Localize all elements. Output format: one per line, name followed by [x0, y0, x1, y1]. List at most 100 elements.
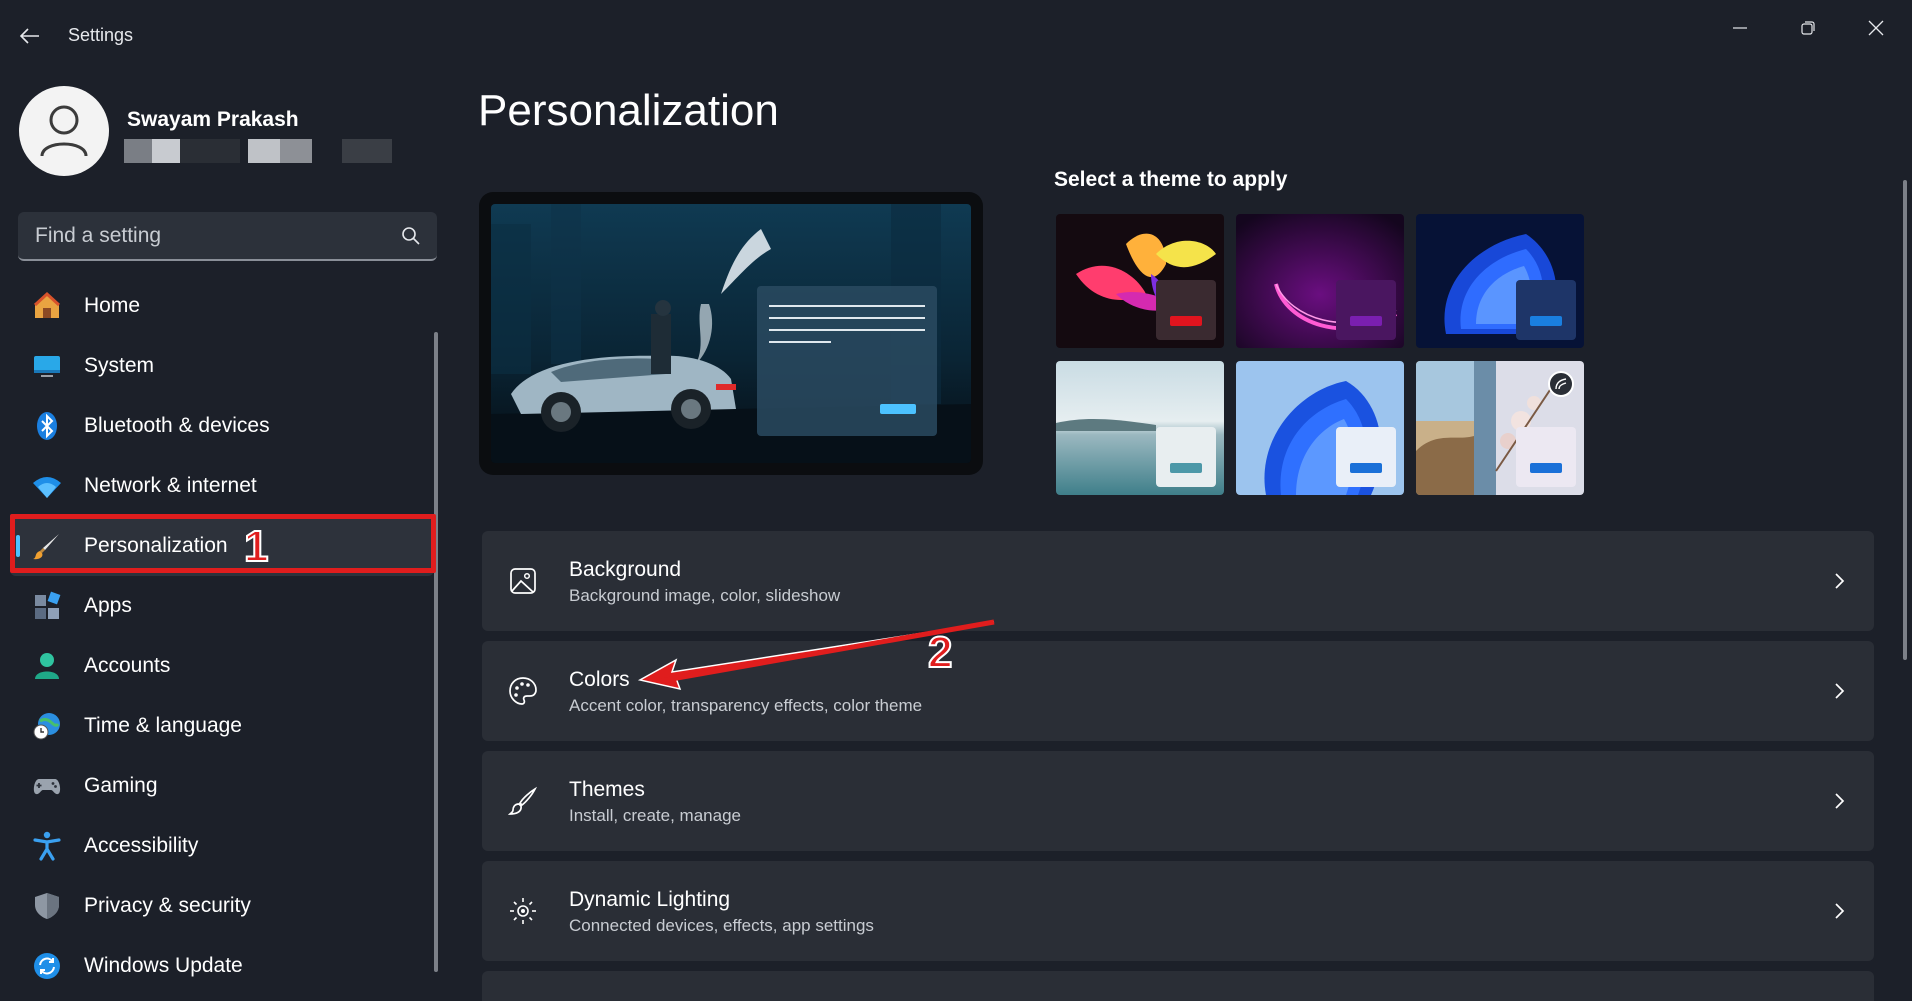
sidebar-item-gaming[interactable]: Gaming [10, 756, 434, 816]
sidebar-item-label: Gaming [84, 774, 158, 797]
wifi-icon [32, 471, 62, 501]
restore-button[interactable] [1780, 8, 1836, 48]
sidebar-item-label: System [84, 354, 155, 377]
accessibility-icon [32, 831, 62, 861]
theme-tile-spotlight[interactable] [1416, 361, 1584, 495]
apps-icon [32, 591, 62, 621]
sidebar-item-privacy-security[interactable]: Privacy & security [10, 876, 434, 936]
row-title: Background [569, 558, 682, 581]
main-scrollbar[interactable] [1903, 180, 1907, 660]
accent-bar [1170, 463, 1202, 473]
gamepad-icon [32, 771, 62, 801]
search-input[interactable] [18, 212, 398, 259]
arrow-left-icon [20, 28, 39, 44]
profile-email-redacted [124, 139, 394, 163]
sidebar-item-label: Bluetooth & devices [84, 414, 270, 437]
back-button[interactable] [14, 20, 46, 52]
settings-row-dynamic-lighting[interactable]: Dynamic Lighting Connected devices, effe… [482, 861, 1874, 961]
theme-tile-lake[interactable] [1056, 361, 1224, 495]
sidebar-item-label: Home [84, 294, 141, 317]
chevron-right-icon [1828, 679, 1852, 703]
palette-icon [508, 676, 538, 706]
row-subtitle: Connected devices, effects, app settings [569, 916, 874, 935]
row-title: Dynamic Lighting [569, 888, 731, 911]
theme-tile-chip [1156, 427, 1216, 487]
profile-name: Swayam Prakash [127, 108, 299, 131]
row-subtitle: Install, create, manage [569, 806, 741, 825]
shield-icon [32, 891, 62, 921]
minimize-icon [1733, 27, 1747, 29]
page-title: Personalization [478, 86, 779, 135]
person-icon [32, 651, 62, 681]
theme-tile-chip [1516, 427, 1576, 487]
row-title: Themes [569, 778, 645, 801]
update-icon [32, 951, 62, 981]
sidebar-item-accounts[interactable]: Accounts [10, 636, 434, 696]
row-subtitle: Background image, color, slideshow [569, 586, 841, 605]
sidebar-item-system[interactable]: System [10, 336, 434, 396]
sidebar-item-label: Network & internet [84, 474, 257, 497]
sidebar-item-bluetooth[interactable]: Bluetooth & devices [10, 396, 434, 456]
brush-icon [508, 786, 538, 816]
sidebar-item-label: Time & language [84, 714, 242, 737]
sidebar-item-windows-update[interactable]: Windows Update [10, 936, 434, 996]
theme-tile-windows-dark[interactable] [1416, 214, 1584, 348]
theme-tile-chip [1156, 280, 1216, 340]
sidebar-item-home[interactable]: Home [10, 276, 434, 336]
annotation-highlight-box [10, 514, 436, 573]
theme-tile-chip [1516, 280, 1576, 340]
home-icon [32, 291, 62, 321]
annotation-step-2: 2 [927, 627, 954, 678]
chevron-right-icon [1828, 789, 1852, 813]
search-icon[interactable] [401, 226, 421, 246]
settings-row-background[interactable]: Background Background image, color, slid… [482, 531, 1874, 631]
settings-row-themes[interactable]: Themes Install, create, manage [482, 751, 1874, 851]
annotation-step-1: 1 [243, 521, 270, 572]
sidebar-nav: Home System Bluetooth & devices Network … [10, 276, 434, 996]
sidebar-item-network[interactable]: Network & internet [10, 456, 434, 516]
sidebar-item-apps[interactable]: Apps [10, 576, 434, 636]
accent-bar [1350, 463, 1382, 473]
avatar[interactable] [19, 86, 109, 176]
sparkle-light-icon [508, 896, 538, 926]
settings-row-partial[interactable] [482, 971, 1874, 1001]
person-outline-icon [40, 105, 88, 157]
theme-tile-chip [1336, 280, 1396, 340]
sidebar-item-label: Accounts [84, 654, 171, 677]
row-title: Colors [569, 668, 630, 691]
bluetooth-icon [32, 411, 62, 441]
sidebar-scrollbar[interactable] [434, 332, 438, 972]
theme-section-heading: Select a theme to apply [1054, 168, 1288, 191]
sidebar-item-label: Privacy & security [84, 894, 251, 917]
sidebar-item-label: Accessibility [84, 834, 199, 857]
accent-bar [1530, 463, 1562, 473]
sidebar-item-accessibility[interactable]: Accessibility [10, 816, 434, 876]
spotlight-badge [1548, 371, 1574, 397]
sidebar-item-label: Windows Update [84, 954, 243, 977]
chevron-right-icon [1828, 569, 1852, 593]
accent-bar [1350, 316, 1382, 326]
theme-tile-captured-motion[interactable] [1236, 214, 1404, 348]
monitor-icon [32, 351, 62, 381]
theme-tile-glow[interactable] [1056, 214, 1224, 348]
app-title: Settings [68, 25, 134, 45]
globe-clock-icon [32, 711, 62, 741]
sidebar-item-time-language[interactable]: Time & language [10, 696, 434, 756]
settings-row-colors[interactable]: Colors Accent color, transparency effect… [482, 641, 1874, 741]
accent-bar [1530, 316, 1562, 326]
theme-grid [1056, 214, 1586, 497]
search-box [18, 212, 437, 261]
chevron-right-icon [1828, 899, 1852, 923]
close-button[interactable] [1848, 8, 1904, 48]
accent-bar [1170, 316, 1202, 326]
theme-tile-windows-light[interactable] [1236, 361, 1404, 495]
row-subtitle: Accent color, transparency effects, colo… [569, 696, 923, 715]
title-bar: Settings [0, 0, 1912, 70]
minimize-button[interactable] [1712, 8, 1768, 48]
wallpaper-preview-image [491, 204, 971, 463]
theme-preview [479, 192, 983, 475]
theme-tile-chip [1336, 427, 1396, 487]
settings-list: Background Background image, color, slid… [482, 531, 1874, 1001]
sidebar-item-label: Apps [84, 594, 132, 617]
image-icon [508, 566, 538, 596]
